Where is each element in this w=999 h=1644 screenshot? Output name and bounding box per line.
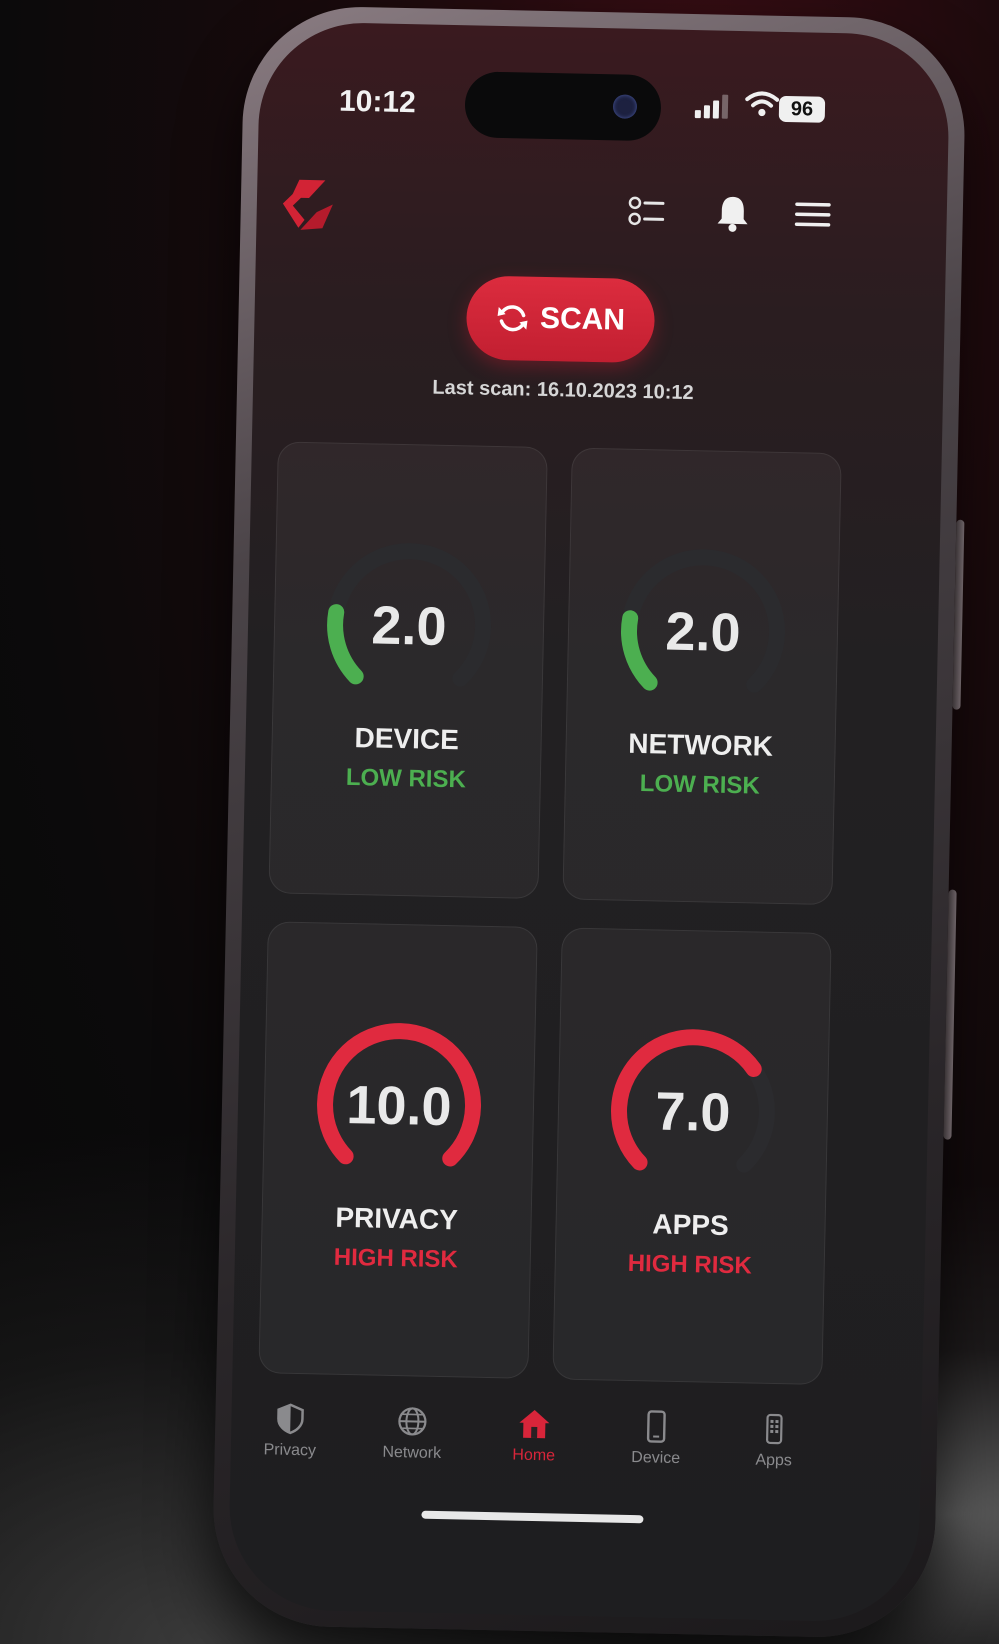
apps-card[interactable]: 7.0 APPS HIGH RISK (552, 927, 832, 1386)
privacy-card[interactable]: 10.0 PRIVACY HIGH RISK (258, 921, 538, 1379)
home-indicator[interactable] (421, 1510, 644, 1524)
nav-item-apps[interactable]: Apps (718, 1411, 829, 1471)
nav-item-network[interactable]: Network (357, 1403, 468, 1463)
dynamic-island (464, 71, 662, 142)
nav-item-home[interactable]: Home (479, 1406, 590, 1466)
network-card[interactable]: 2.0 NETWORK LOW RISK (562, 447, 842, 906)
device-risk-status: LOW RISK (345, 763, 467, 794)
nav-item-privacy[interactable]: Privacy (235, 1401, 346, 1461)
nav-label-home: Home (512, 1446, 556, 1465)
privacy-label: PRIVACY (335, 1201, 459, 1236)
app-logo[interactable] (278, 175, 337, 234)
refresh-icon (498, 305, 528, 332)
volume-button (952, 519, 965, 710)
apps-label: APPS (652, 1208, 730, 1242)
phone-icon (646, 1410, 666, 1443)
power-button (943, 889, 957, 1140)
apps-risk-status: HIGH RISK (627, 1249, 753, 1280)
nav-label-apps: Apps (755, 1451, 793, 1470)
front-camera-icon (612, 94, 638, 119)
cellular-signal-icon (694, 94, 731, 119)
nav-label-device: Device (631, 1449, 681, 1468)
home-icon (519, 1409, 550, 1439)
network-label: NETWORK (628, 727, 774, 762)
network-score: 2.0 (664, 601, 742, 664)
shield-icon (277, 1403, 304, 1435)
wifi-icon (745, 91, 780, 117)
privacy-risk-status: HIGH RISK (333, 1243, 459, 1274)
status-bar: 10:12 96 (259, 71, 950, 142)
hamburger-menu-icon[interactable] (792, 194, 833, 235)
network-risk-status: LOW RISK (639, 770, 761, 800)
device-label: DEVICE (354, 722, 460, 756)
apps-icon (765, 1413, 783, 1445)
scan-button-label: SCAN (539, 301, 626, 337)
privacy-score: 10.0 (345, 1074, 453, 1138)
nav-label-privacy: Privacy (263, 1441, 317, 1460)
device-score: 2.0 (370, 595, 448, 657)
bell-icon[interactable] (712, 192, 753, 233)
device-card[interactable]: 2.0 DEVICE LOW RISK (268, 441, 548, 899)
status-time: 10:12 (338, 84, 417, 120)
bottom-navigation: Privacy Network Home Device Apps (230, 1401, 922, 1515)
globe-icon (398, 1407, 427, 1436)
phone-frame: 10:12 96 SCAN Last scan: 16.10.2023 10:1… (211, 4, 967, 1640)
phone-screen: 10:12 96 SCAN Last scan: 16.10.2023 10:1… (227, 20, 951, 1624)
nav-label-network: Network (382, 1443, 442, 1463)
battery-indicator: 96 (778, 95, 826, 123)
scan-button[interactable]: SCAN (465, 275, 656, 364)
nav-item-device[interactable]: Device (601, 1408, 712, 1468)
apps-score: 7.0 (654, 1081, 732, 1144)
top-bar (256, 171, 947, 255)
last-scan-text: Last scan: 16.10.2023 10:12 (432, 376, 694, 405)
checklist-icon[interactable] (626, 191, 667, 232)
